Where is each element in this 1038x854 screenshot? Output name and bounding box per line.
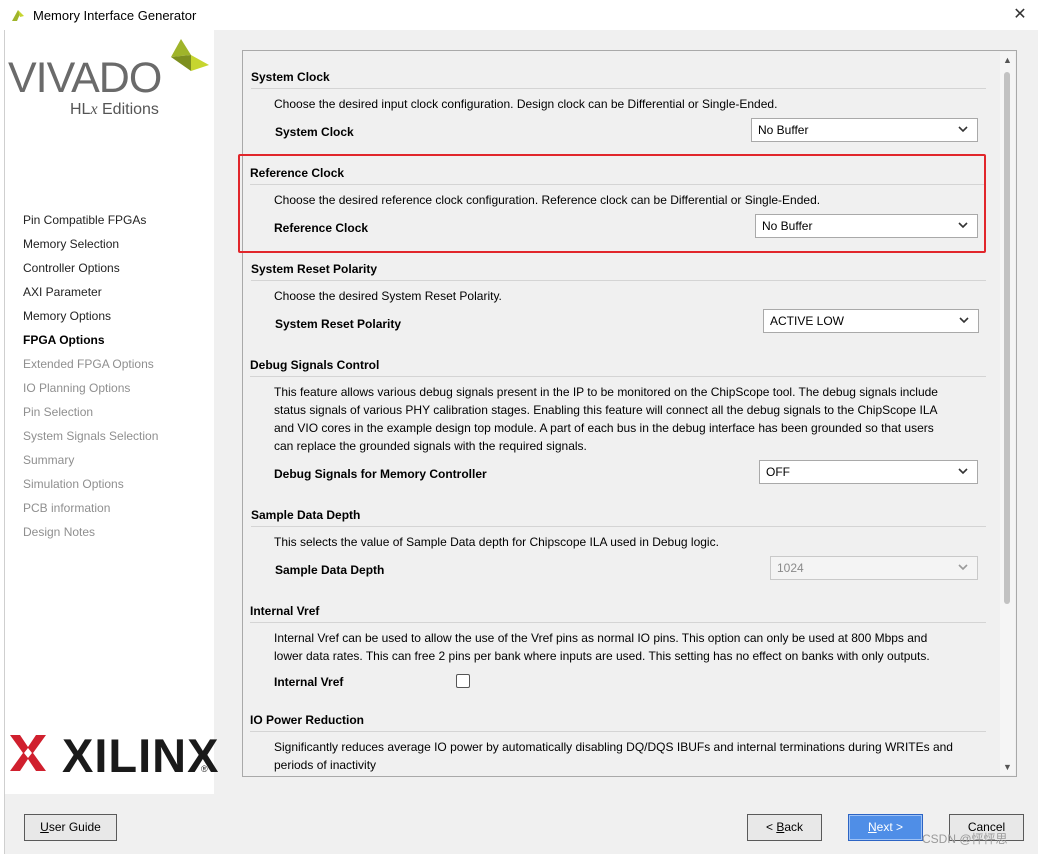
section-heading-debug: Debug Signals Control [250,358,380,372]
nav-step-io-planning-options: IO Planning Options [23,381,131,395]
divider [251,88,986,89]
nav-step-extended-fpga-options: Extended FPGA Options [23,357,154,371]
vref-label: Internal Vref [274,675,344,689]
options-panel: ▲ ▼ System Clock Choose the desired inpu… [242,50,1017,777]
window-title: Memory Interface Generator [33,8,197,23]
close-icon[interactable]: ✕ [1008,3,1032,27]
divider [251,280,986,281]
section-heading-vref: Internal Vref [250,604,320,618]
sample-depth-label: Sample Data Depth [275,563,385,577]
nav-step-simulation-options: Simulation Options [23,477,124,491]
io-power-desc-line-1: Significantly reduces average IO power b… [274,740,953,754]
next-button[interactable]: Next > [848,814,923,841]
vref-desc-line-2: lower data rates. This can free 2 pins p… [274,649,930,663]
debug-desc-line-3: and VIO cores in the example design top … [274,421,934,435]
nav-step-fpga-options[interactable]: FPGA Options [23,332,158,356]
chevron-down-icon [958,126,968,133]
vivado-leaf-logo [171,39,209,71]
debug-desc-line-1: This feature allows various debug signal… [274,385,938,399]
title-bar: Memory Interface Generator ✕ [0,0,1038,30]
registered-mark: ® [201,764,208,774]
hlx-editions: HLx Editions [70,101,159,118]
io-power-desc-line-2: periods of inactivity [274,758,377,772]
section-heading-reset-polarity: System Reset Polarity [251,262,378,276]
reference-clock-desc: Choose the desired reference clock confi… [274,193,821,207]
reset-polarity-desc: Choose the desired System Reset Polarity… [274,289,502,303]
scroll-up-icon[interactable]: ▲ [1002,55,1013,66]
watermark: CSDN @怦怦思 [922,832,1008,846]
chevron-down-icon [959,317,969,324]
section-heading-sample-depth: Sample Data Depth [251,508,361,522]
user-guide-button[interactable]: User Guide [24,814,117,841]
sample-depth-desc: This selects the value of Sample Data de… [274,535,719,549]
wizard-steps: Pin Compatible FPGAs Memory Selection Cont… [23,212,158,548]
reference-clock-label: Reference Clock [274,221,369,235]
nav-step-system-signals-selection: System Signals Selection [23,429,159,443]
system-clock-desc: Choose the desired input clock configura… [274,97,778,111]
nav-step-pin-selection: Pin Selection [23,405,94,419]
vivado-app-icon [12,10,24,21]
reference-clock-select[interactable]: No Buffer [755,214,978,238]
section-heading-io-power: IO Power Reduction [250,713,365,727]
nav-step-pin-compatible-fpgas[interactable]: Pin Compatible FPGAs [23,212,158,236]
vivado-wordmark: VIVADO [8,54,162,102]
vref-desc-line-1: Internal Vref can be used to allow the u… [274,631,928,645]
section-heading-system-clock: System Clock [251,70,330,84]
nav-step-memory-selection[interactable]: Memory Selection [23,236,158,260]
debug-desc-line-4: can replace the grounded signals with th… [274,439,587,453]
divider [250,184,986,185]
divider [251,526,986,527]
back-button[interactable]: < Back [747,814,822,841]
xilinx-logo-icon [10,735,46,771]
xilinx-wordmark: XILINX [62,729,220,782]
system-clock-label: System Clock [275,125,354,139]
divider [250,376,986,377]
chevron-down-icon [958,468,968,475]
debug-signals-select[interactable]: OFF [759,460,978,484]
nav-step-summary: Summary [23,453,75,467]
reset-polarity-select[interactable]: ACTIVE LOW [763,309,979,333]
section-heading-reference-clock: Reference Clock [250,166,345,180]
divider [250,622,986,623]
nav-step-controller-options[interactable]: Controller Options [23,260,158,284]
scroll-thumb[interactable] [1004,72,1010,604]
nav-step-axi-parameter[interactable]: AXI Parameter [23,284,158,308]
nav-step-pcb-information: PCB information [23,501,111,515]
chevron-down-icon [958,564,968,571]
debug-desc-line-2: status signals of various PHY calibratio… [274,403,938,417]
divider [250,731,986,732]
scroll-down-icon[interactable]: ▼ [1002,762,1013,773]
internal-vref-checkbox[interactable] [456,674,470,688]
debug-label: Debug Signals for Memory Controller [274,467,487,481]
nav-step-design-notes: Design Notes [23,525,96,539]
chevron-down-icon [958,222,968,229]
vertical-scrollbar[interactable]: ▲ ▼ [1000,52,1015,775]
reset-polarity-label: System Reset Polarity [275,317,402,331]
system-clock-select[interactable]: No Buffer [751,118,978,142]
nav-step-memory-options[interactable]: Memory Options [23,308,158,332]
sample-depth-select: 1024 [770,556,978,580]
